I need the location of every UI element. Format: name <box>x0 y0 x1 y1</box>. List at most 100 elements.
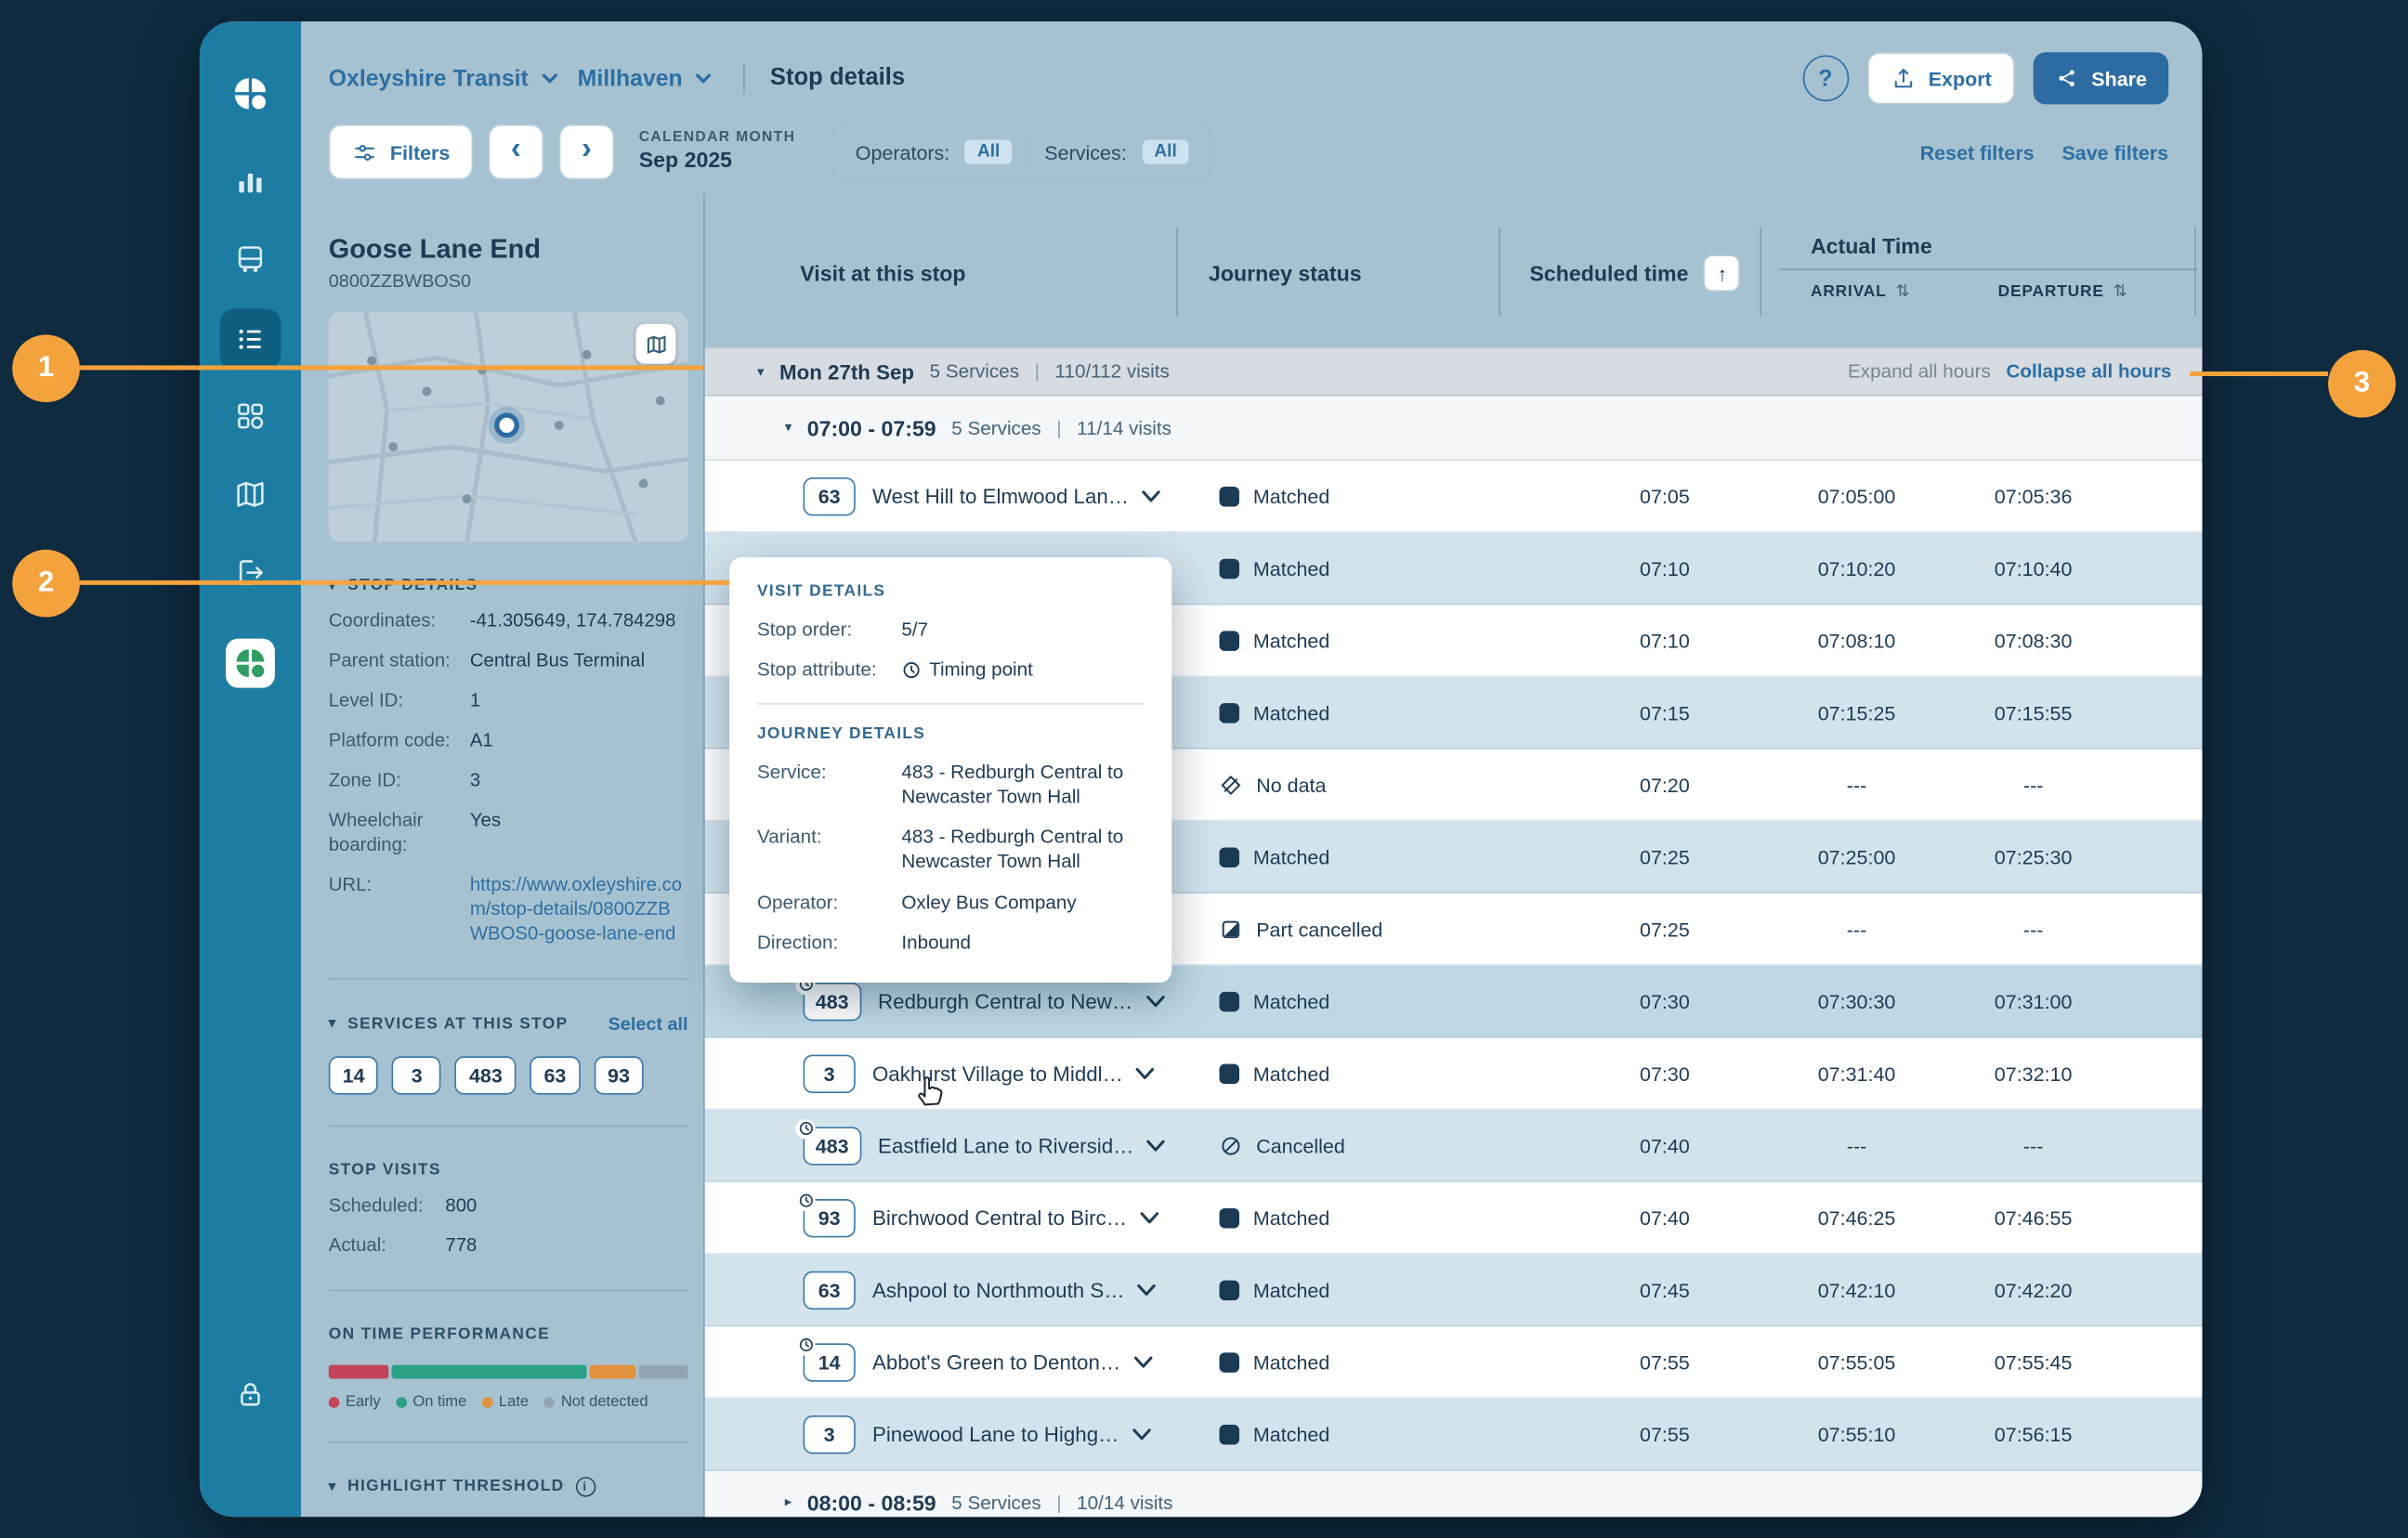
table-row[interactable]: 63 West Hill to Elmwood Lan… Matched 07:… <box>705 461 2203 533</box>
sort-icon[interactable]: ⇅ <box>2114 281 2128 301</box>
sidebar-item-lock[interactable] <box>219 1363 281 1425</box>
journey-status: Part cancelled <box>1220 893 1383 964</box>
hour-group-row[interactable]: ▾ 07:00 - 07:59 5 Services | 11/14 visit… <box>705 396 2203 460</box>
service-badge: 63 <box>804 476 856 515</box>
chevron-down-icon[interactable] <box>1132 1355 1152 1369</box>
service-chip[interactable]: 93 <box>594 1056 644 1094</box>
part-cancelled-icon <box>1220 918 1243 941</box>
arrival-time: --- <box>1773 893 1942 964</box>
table-row[interactable]: 14 Abbot's Green to Denton… Matched 07:5… <box>705 1326 2203 1399</box>
sidebar-item-stop-list[interactable] <box>219 308 281 370</box>
calendar-month-label: CALENDAR MONTH <box>639 131 796 148</box>
arrival-time: 07:55:05 <box>1773 1326 1942 1397</box>
table-row[interactable]: 3 Pinewood Lane to Highg… Matched 07:55 … <box>705 1399 2203 1471</box>
journey-status: Matched <box>1220 1182 1330 1253</box>
main-area: Oxleyshire Transit Millhaven Stop detail… <box>301 21 2202 1517</box>
chevron-down-icon[interactable] <box>1139 1210 1158 1224</box>
table-row[interactable]: 483 Eastfield Lane to Riversid… Cancelle… <box>705 1110 2203 1182</box>
sort-icon[interactable]: ⇅ <box>1896 281 1911 301</box>
service-chip[interactable]: 14 <box>329 1056 379 1094</box>
map-layers-button[interactable] <box>635 324 675 364</box>
chevron-down-icon[interactable] <box>541 72 559 85</box>
breadcrumb-area[interactable]: Millhaven <box>578 65 683 91</box>
journey-status: Matched <box>1220 605 1330 675</box>
stop-map[interactable] <box>329 312 688 542</box>
hour-group-row-next[interactable]: ▸ 08:00 - 08:59 5 Services | 10/14 visit… <box>705 1471 2203 1518</box>
sidebar-item-map[interactable] <box>219 463 281 525</box>
service-chip[interactable]: 63 <box>530 1056 581 1094</box>
section-divider <box>329 1125 688 1127</box>
arrival-time: 07:15:25 <box>1773 677 1942 748</box>
reset-filters-link[interactable]: Reset filters <box>1920 140 2035 163</box>
sidebar-item-analytics[interactable] <box>219 152 281 214</box>
sidebar-item-partner-app[interactable] <box>219 632 281 694</box>
collapse-all-hours-link[interactable]: Collapse all hours <box>2006 360 2171 382</box>
service-badge: 483 <box>804 982 861 1020</box>
sidebar-item-sign-out[interactable] <box>219 542 281 604</box>
matched-icon <box>1220 1063 1239 1083</box>
hour-visits: 11/14 visits <box>1077 417 1171 438</box>
visit-details-title: VISIT DETAILS <box>757 582 1145 601</box>
operators-all-tag[interactable]: All <box>965 139 1013 163</box>
highlight-threshold-header[interactable]: ▾ HIGHLIGHT THRESHOLD i <box>329 1477 688 1496</box>
sidebar-item-vehicles[interactable] <box>219 228 281 290</box>
sidebar-item-apps[interactable] <box>219 385 281 447</box>
export-button[interactable]: Export <box>1867 52 2015 104</box>
select-all-link[interactable]: Select all <box>609 1013 688 1035</box>
screenshot-stage: Oxleyshire Transit Millhaven Stop detail… <box>0 0 2408 1538</box>
chevron-down-icon[interactable] <box>1135 1066 1155 1080</box>
services-all-tag[interactable]: All <box>1142 139 1189 163</box>
filters-divider <box>1027 137 1029 167</box>
notdetected-dot-icon <box>544 1397 556 1408</box>
chevron-right-icon[interactable]: ▸ <box>785 1493 792 1510</box>
app-logo-icon[interactable] <box>219 63 281 124</box>
chevron-down-icon[interactable] <box>1146 1139 1166 1153</box>
chevron-down-icon: ▾ <box>329 1479 337 1495</box>
scheduled-time: 07:30 <box>1580 966 1749 1036</box>
services-section-header[interactable]: ▾ SERVICES AT THIS STOP Select all <box>329 1013 688 1035</box>
route-label: Ashpool to Northmouth S… <box>872 1278 1125 1301</box>
service-chip[interactable]: 3 <box>392 1056 441 1094</box>
column-divider <box>1760 228 1761 317</box>
bar-chart-icon <box>233 166 267 200</box>
service-badge: 63 <box>804 1271 856 1309</box>
journey-status: Matched <box>1220 1255 1330 1325</box>
chevron-down-icon[interactable] <box>1145 994 1164 1008</box>
route-label: Oakhurst Village to Middl… <box>872 1062 1123 1085</box>
help-button[interactable]: ? <box>1802 56 1849 102</box>
filter-bar: Filters ‹ › CALENDAR MONTH Sep 2025 Oper… <box>301 111 2202 193</box>
matched-icon <box>1220 1352 1239 1372</box>
breadcrumb: Oxleyshire Transit Millhaven Stop detail… <box>329 63 905 94</box>
breadcrumb-network[interactable]: Oxleyshire Transit <box>329 65 529 91</box>
journey-status: Matched <box>1220 677 1330 748</box>
departure-time: --- <box>1949 1110 2118 1180</box>
early-dot-icon <box>329 1397 340 1408</box>
chevron-down-icon[interactable] <box>695 72 713 85</box>
chevron-down-icon[interactable]: ▾ <box>757 363 764 380</box>
service-chip[interactable]: 483 <box>455 1056 517 1094</box>
otp-ontime-segment <box>391 1364 587 1378</box>
next-month-button[interactable]: › <box>559 124 615 180</box>
share-button[interactable]: Share <box>2033 52 2168 104</box>
table-row[interactable]: 63 Ashpool to Northmouth S… Matched 07:4… <box>705 1255 2203 1327</box>
col-status-header: Journey status <box>1209 261 1362 285</box>
sort-ascending-button[interactable]: ↑ <box>1704 254 1741 292</box>
chevron-down-icon[interactable] <box>1137 1283 1157 1297</box>
scheduled-time: 07:15 <box>1580 677 1749 748</box>
stop-url-link[interactable]: https://www.oxleyshire.com/stop-details/… <box>470 873 688 946</box>
save-filters-link[interactable]: Save filters <box>2061 140 2168 163</box>
filters-button[interactable]: Filters <box>329 124 473 180</box>
table-row[interactable]: 93 Birchwood Central to Birc… Matched 07… <box>705 1182 2203 1255</box>
expand-all-hours-link[interactable]: Expand all hours <box>1848 360 1991 382</box>
prev-month-button[interactable]: ‹ <box>489 124 544 180</box>
partner-app-icon <box>226 639 275 688</box>
chevron-down-icon[interactable] <box>1132 1427 1151 1441</box>
info-icon[interactable]: i <box>575 1477 595 1496</box>
chevron-down-icon[interactable] <box>1141 489 1160 502</box>
selected-stop-marker <box>497 415 517 435</box>
separator: | <box>1035 360 1040 382</box>
day-group-row[interactable]: ▾ Mon 27th Sep 5 Services | 110/112 visi… <box>705 347 2203 397</box>
departure-time: 07:46:55 <box>1949 1182 2118 1253</box>
journey-status: Matched <box>1220 821 1330 892</box>
chevron-down-icon[interactable]: ▾ <box>785 419 792 436</box>
